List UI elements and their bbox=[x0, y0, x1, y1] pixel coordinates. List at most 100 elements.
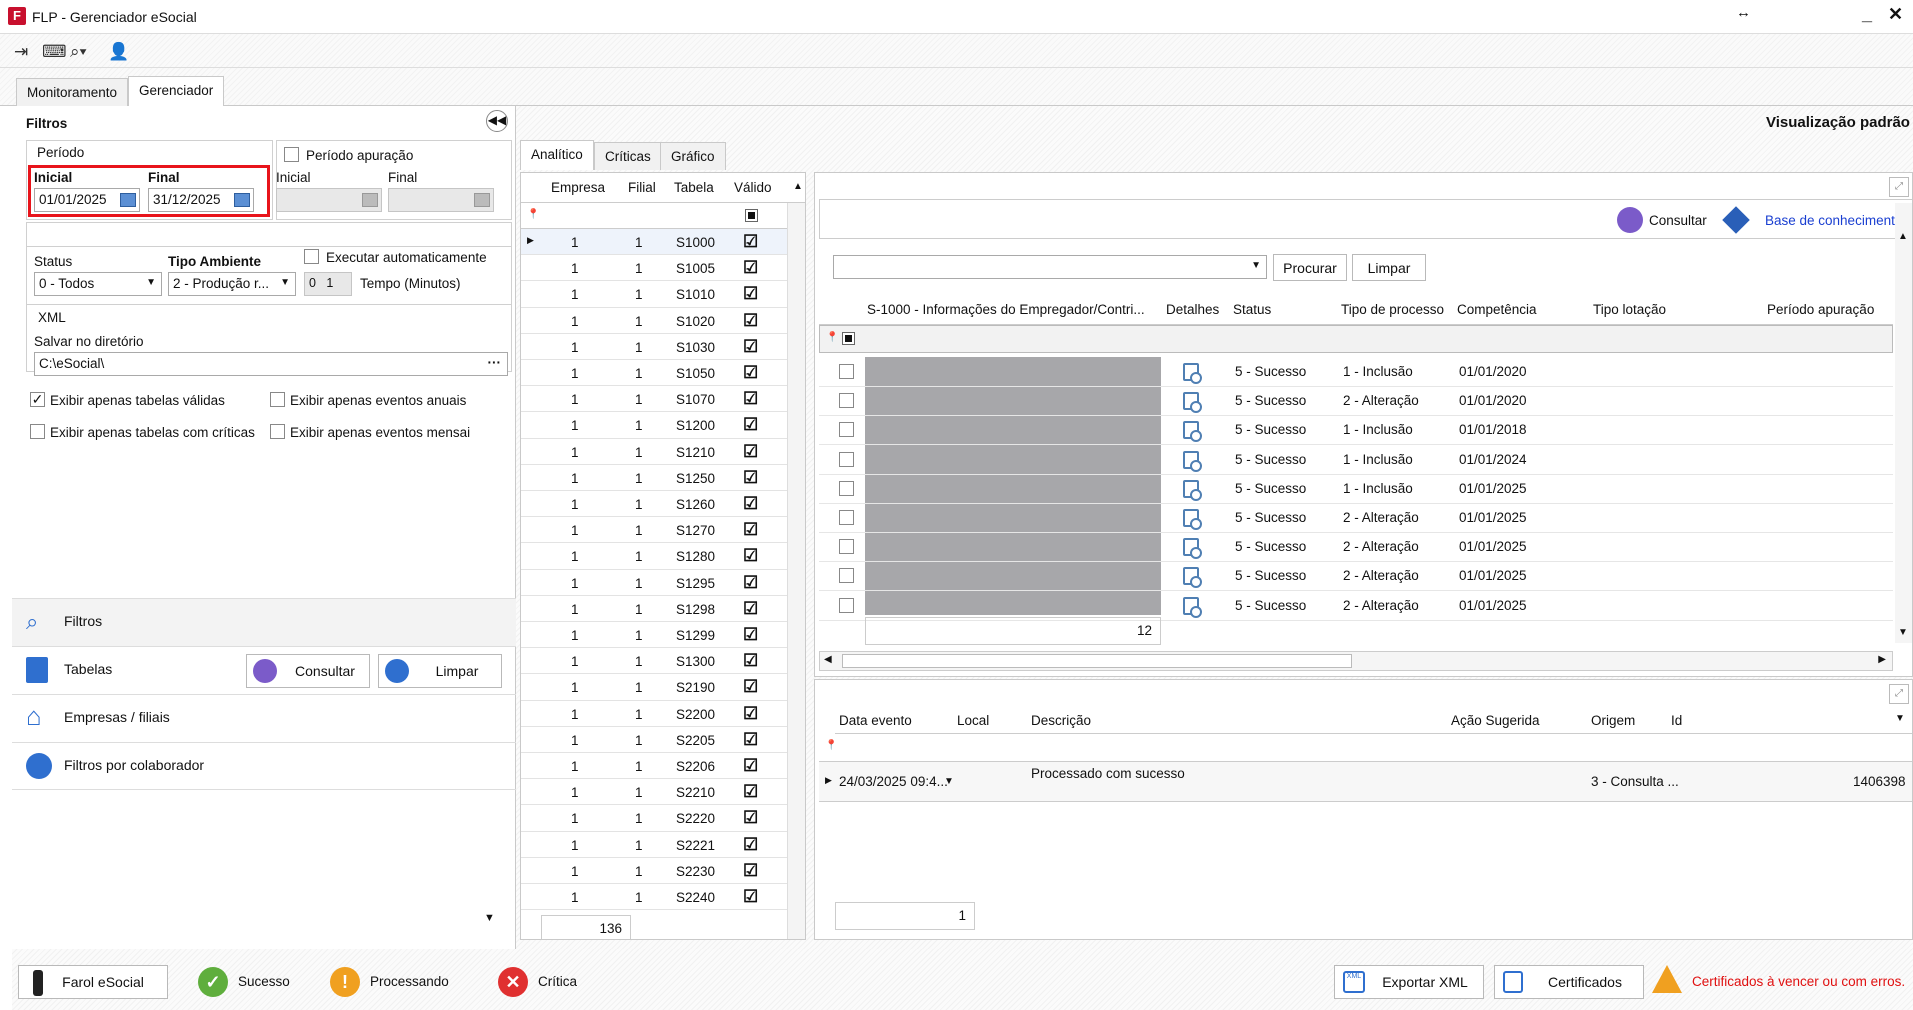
expand-icon[interactable]: ⤢ bbox=[1889, 177, 1909, 197]
details-icon[interactable] bbox=[1183, 479, 1202, 501]
table-row[interactable]: 1 1 S1005 ☑ bbox=[521, 255, 787, 282]
vertical-scrollbar[interactable]: ▲ ▼ bbox=[1895, 203, 1912, 643]
keyboard-icon[interactable]: ⌨ bbox=[42, 42, 67, 62]
table-row[interactable]: 1 1 S1270 ☑ bbox=[521, 517, 787, 544]
valid-checkbox[interactable]: ☑ bbox=[743, 494, 758, 514]
details-icon[interactable] bbox=[1183, 596, 1202, 618]
event-row[interactable]: 5 - Sucesso 1 - Inclusão 01/01/2025 bbox=[819, 474, 1893, 504]
tables-filter-row[interactable]: 📍 bbox=[521, 203, 787, 229]
row-checkbox[interactable] bbox=[839, 480, 854, 496]
tab-monitoramento[interactable]: Monitoramento bbox=[16, 78, 129, 106]
apuracao-checkbox[interactable] bbox=[284, 147, 299, 162]
user-icon[interactable]: 👤 bbox=[108, 42, 129, 62]
opt1-checkbox[interactable]: ✓ bbox=[30, 392, 45, 407]
valid-checkbox[interactable]: ☑ bbox=[743, 861, 758, 881]
event-row[interactable]: 5 - Sucesso 1 - Inclusão 01/01/2018 bbox=[819, 415, 1893, 446]
row-checkbox[interactable] bbox=[839, 597, 854, 613]
salvar-directory-field[interactable]: C:\eSocial\ ··· bbox=[34, 352, 508, 376]
valid-checkbox[interactable]: ☑ bbox=[743, 808, 758, 828]
row-checkbox[interactable] bbox=[839, 422, 854, 438]
minimize-button[interactable]: _ bbox=[1862, 4, 1872, 25]
table-row[interactable]: 1 1 S1299 ☑ bbox=[521, 622, 787, 649]
scroll-up-icon[interactable]: ▲ bbox=[793, 181, 803, 192]
col-competencia[interactable]: Competência bbox=[1457, 302, 1537, 317]
col-tipo-processo[interactable]: Tipo de processo bbox=[1341, 302, 1444, 317]
collapse-icon[interactable]: ◀◀ bbox=[486, 110, 508, 132]
valid-checkbox[interactable]: ☑ bbox=[743, 730, 758, 750]
exportar-xml-button[interactable]: XML Exportar XML bbox=[1334, 965, 1484, 999]
table-row[interactable]: 1 1 S1210 ☑ bbox=[521, 439, 787, 465]
table-row[interactable]: 1 1 S1260 ☑ bbox=[521, 491, 787, 518]
base-conhecimento-link[interactable]: Base de conhecimento bbox=[1765, 213, 1902, 228]
table-row[interactable]: 1 1 S2206 ☑ bbox=[521, 753, 787, 780]
col-s1000[interactable]: S-1000 - Informações do Empregador/Contr… bbox=[867, 302, 1145, 317]
tab-grafico[interactable]: Gráfico bbox=[660, 142, 726, 170]
row-checkbox[interactable] bbox=[839, 393, 854, 409]
opt4-checkbox[interactable] bbox=[270, 424, 285, 439]
table-row[interactable]: ▶ 1 1 S1000 ☑ bbox=[521, 229, 787, 256]
limpar-button[interactable]: Limpar bbox=[1352, 254, 1426, 281]
event-row[interactable]: 5 - Sucesso 2 - Alteração 01/01/2025 bbox=[819, 503, 1893, 533]
valid-checkbox[interactable]: ☑ bbox=[743, 284, 758, 304]
row-checkbox[interactable] bbox=[839, 451, 854, 467]
valid-checkbox[interactable]: ☑ bbox=[743, 415, 758, 435]
inicial-date-field[interactable]: 01/01/2025 bbox=[34, 188, 140, 212]
date-dropdown-icon[interactable]: ▼ bbox=[944, 776, 954, 787]
valid-checkbox[interactable]: ☑ bbox=[743, 651, 758, 671]
event-row[interactable]: 5 - Sucesso 1 - Inclusão 01/01/2024 bbox=[819, 445, 1893, 475]
table-row[interactable]: 1 1 S2221 ☑ bbox=[521, 832, 787, 858]
table-row[interactable]: 1 1 S1050 ☑ bbox=[521, 360, 787, 387]
opt3-checkbox[interactable] bbox=[30, 424, 45, 439]
horizontal-scrollbar[interactable]: ◀ ▶ bbox=[819, 651, 1893, 671]
table-row[interactable]: 1 1 S1298 ☑ bbox=[521, 596, 787, 622]
table-row[interactable]: 1 1 S2220 ☑ bbox=[521, 805, 787, 832]
valid-checkbox[interactable]: ☑ bbox=[743, 520, 758, 540]
executar-checkbox[interactable] bbox=[304, 249, 319, 264]
valid-checkbox[interactable]: ☑ bbox=[743, 835, 758, 855]
details-icon[interactable] bbox=[1183, 538, 1202, 560]
ambiente-select[interactable]: 2 - Produção r... ▼ bbox=[168, 272, 296, 296]
valid-checkbox[interactable]: ☑ bbox=[743, 546, 758, 566]
table-row[interactable]: 1 1 S1010 ☑ bbox=[521, 281, 787, 308]
col-descricao[interactable]: Descrição bbox=[1031, 713, 1091, 728]
col-detalhes[interactable]: Detalhes bbox=[1166, 302, 1219, 317]
details-icon[interactable] bbox=[1183, 450, 1202, 472]
table-row[interactable]: 1 1 S1295 ☑ bbox=[521, 570, 787, 596]
table-row[interactable]: 1 1 S1020 ☑ bbox=[521, 308, 787, 334]
status-select[interactable]: 0 - Todos ▼ bbox=[34, 272, 162, 296]
nav-tabelas[interactable]: Tabelas bbox=[12, 646, 516, 694]
details-filter-row[interactable]: 📍 bbox=[819, 734, 1912, 762]
nav-empresas[interactable]: ⌂ Empresas / filiais bbox=[12, 694, 516, 742]
table-row[interactable]: 1 1 S1200 ☑ bbox=[521, 412, 787, 439]
details-icon[interactable] bbox=[1183, 509, 1202, 530]
nav-filtros[interactable]: ⌕ Filtros bbox=[12, 598, 516, 646]
events-filter-row[interactable]: 📍 bbox=[819, 325, 1893, 353]
column-chooser-icon[interactable]: ▼ bbox=[1895, 713, 1905, 724]
tab-gerenciador[interactable]: Gerenciador bbox=[128, 76, 225, 106]
valid-checkbox[interactable]: ☑ bbox=[743, 756, 758, 776]
filter-checkbox[interactable] bbox=[745, 209, 758, 222]
opt2-checkbox[interactable] bbox=[270, 392, 285, 407]
procurar-button[interactable]: Procurar bbox=[1273, 254, 1347, 281]
valid-checkbox[interactable]: ☑ bbox=[743, 442, 758, 462]
details-icon[interactable] bbox=[1183, 392, 1202, 414]
table-row[interactable]: 1 1 S1280 ☑ bbox=[521, 543, 787, 570]
valid-checkbox[interactable]: ☑ bbox=[743, 782, 758, 802]
farol-button[interactable]: Farol eSocial bbox=[18, 965, 168, 999]
row-checkbox[interactable] bbox=[839, 510, 854, 525]
event-row[interactable]: 5 - Sucesso 2 - Alteração 01/01/2025 bbox=[819, 561, 1893, 592]
valid-checkbox[interactable]: ☑ bbox=[743, 468, 758, 488]
valid-checkbox[interactable]: ☑ bbox=[743, 887, 758, 907]
col-valido[interactable]: Válido bbox=[734, 180, 772, 195]
valid-checkbox[interactable]: ☑ bbox=[743, 337, 758, 357]
valid-checkbox[interactable]: ☑ bbox=[743, 599, 758, 619]
col-filial[interactable]: Filial bbox=[628, 180, 656, 195]
col-origem[interactable]: Origem bbox=[1591, 713, 1635, 728]
filter-checkbox[interactable] bbox=[842, 332, 855, 345]
details-icon[interactable] bbox=[1183, 421, 1202, 443]
col-empresa[interactable]: Empresa bbox=[551, 180, 605, 195]
consultar-link[interactable]: Consultar bbox=[1649, 213, 1707, 228]
certificados-button[interactable]: Certificados bbox=[1494, 965, 1644, 999]
table-row[interactable]: 1 1 S2190 ☑ bbox=[521, 674, 787, 701]
event-row[interactable]: 5 - Sucesso 2 - Alteração 01/01/2025 bbox=[819, 532, 1893, 563]
